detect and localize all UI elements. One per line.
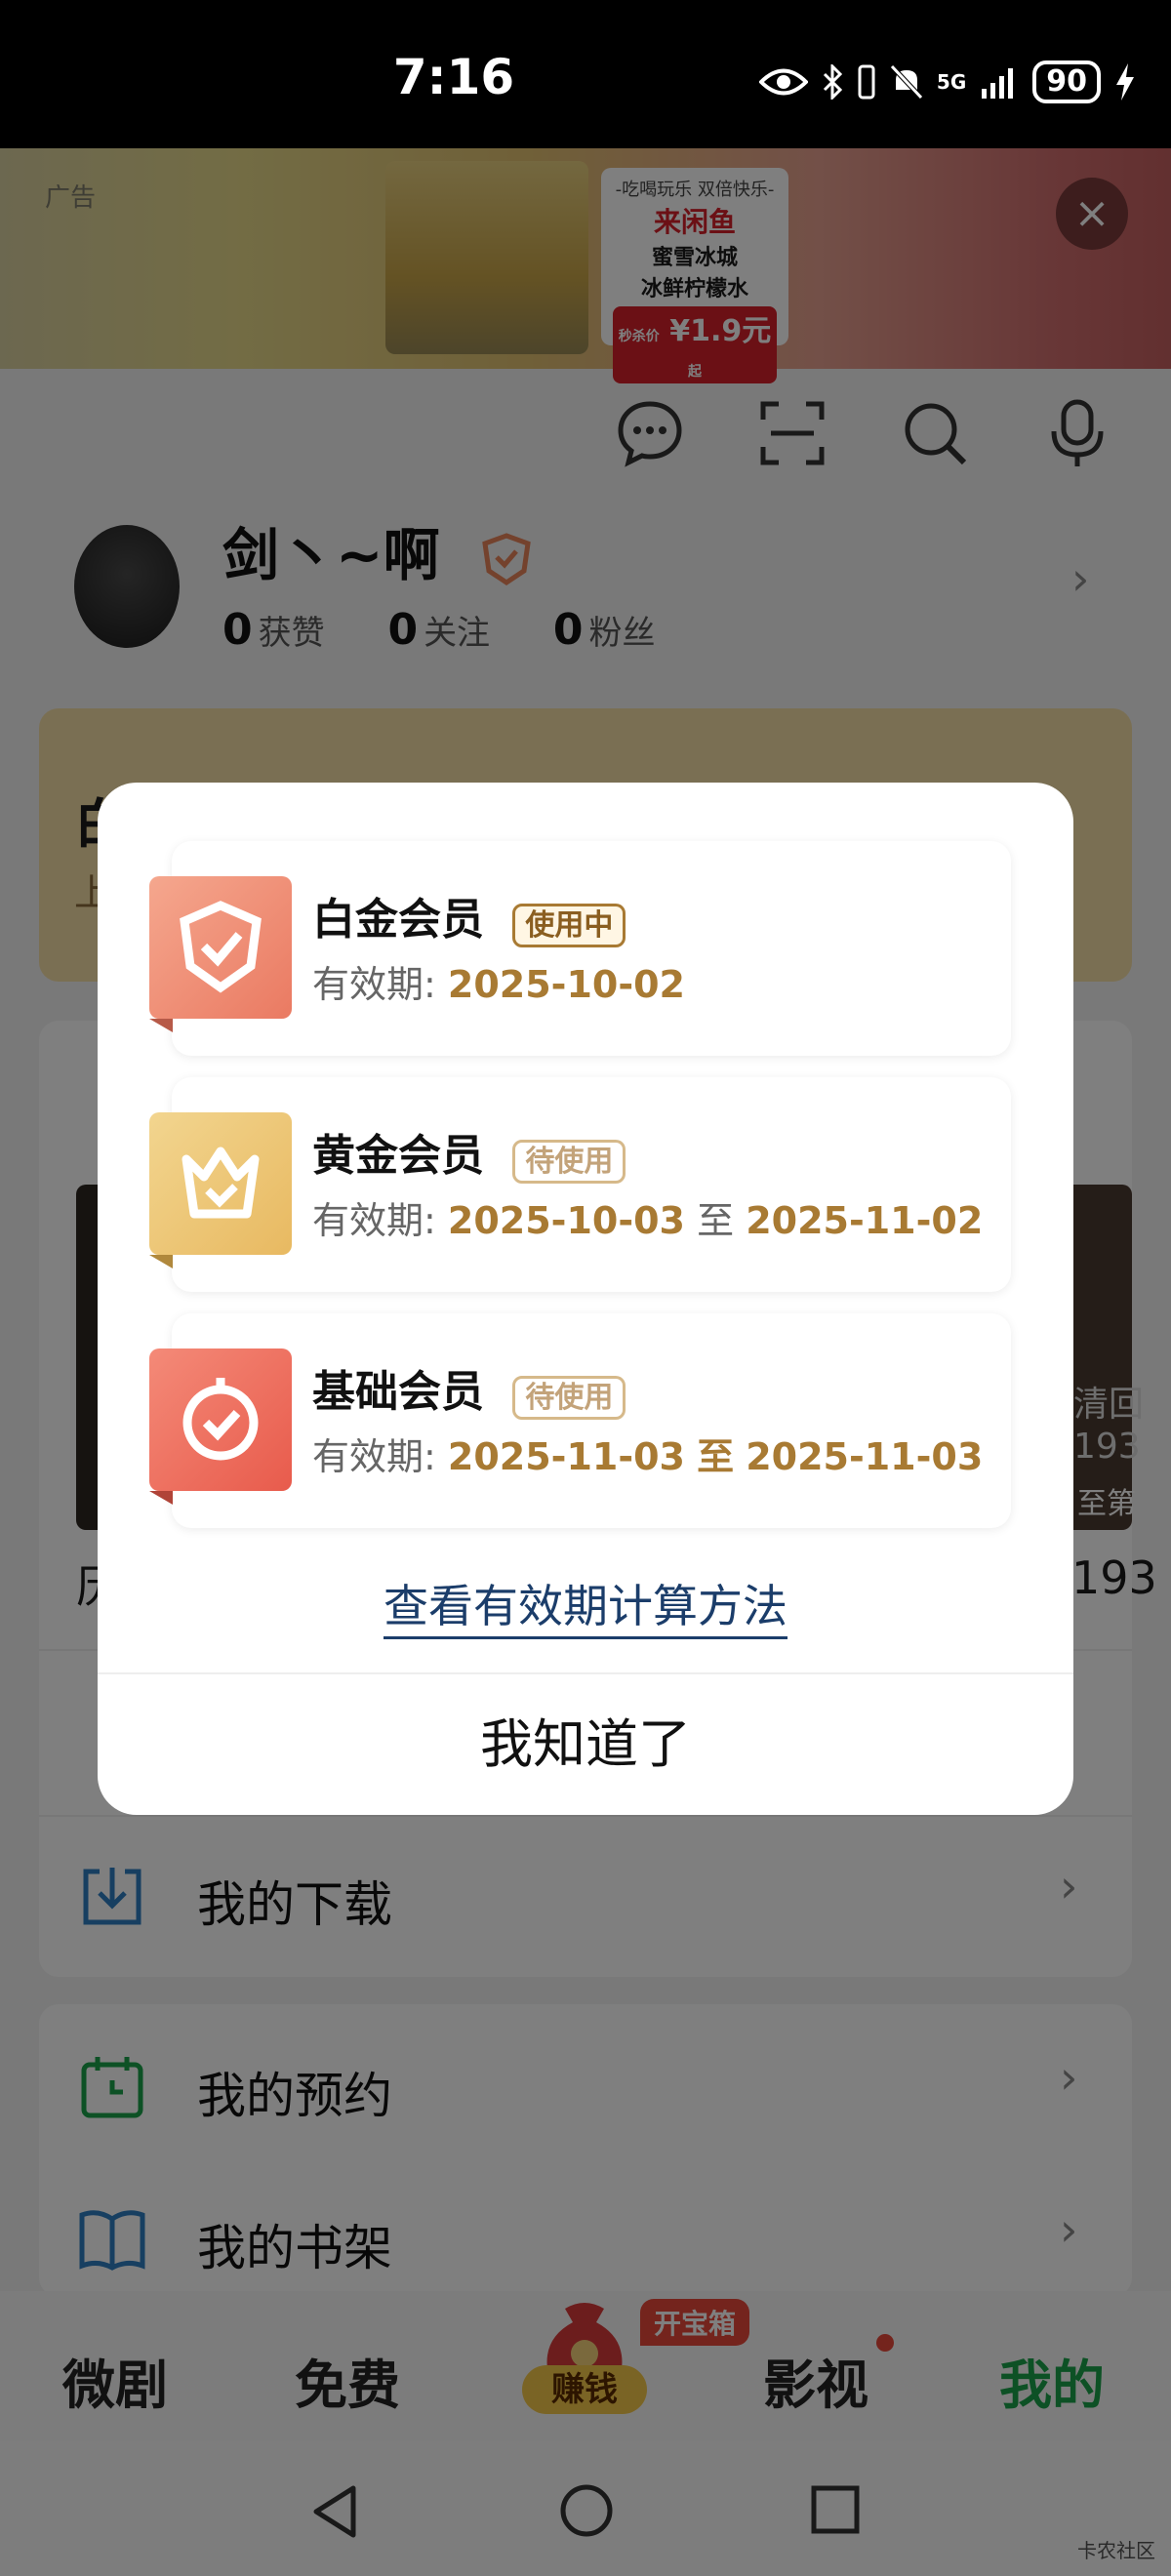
eye-icon	[758, 68, 808, 96]
membership-item-platinum	[172, 841, 1011, 1056]
membership-name: 白金会员 使用中	[312, 884, 626, 947]
signal-icon	[982, 68, 1014, 99]
gold-badge	[149, 1112, 292, 1255]
mute-icon	[890, 64, 923, 100]
basic-badge	[149, 1348, 292, 1491]
status-badge: 待使用	[512, 1140, 626, 1184]
platinum-badge	[149, 876, 292, 1019]
status-badge: 使用中	[512, 904, 626, 947]
validity-label: 有效期:	[312, 1199, 436, 1242]
check-badge-icon	[182, 1378, 259, 1461]
charging-icon	[1116, 63, 1134, 101]
badge-fold	[149, 1019, 173, 1032]
validity-start: 2025-10-02	[447, 963, 685, 1006]
bluetooth-icon	[823, 64, 843, 100]
validity-separator: 至	[697, 1435, 735, 1478]
membership-name-text: 黄金会员	[312, 1131, 484, 1181]
membership-validity: 有效期: 2025-10-03 至 2025-11-02	[312, 1190, 983, 1244]
membership-item-basic	[172, 1313, 1011, 1528]
membership-item-gold	[172, 1077, 1011, 1292]
validity-label: 有效期:	[312, 1435, 436, 1478]
shield-check-icon	[180, 901, 262, 993]
membership-validity: 有效期: 2025-10-02	[312, 954, 685, 1008]
validity-separator: 至	[697, 1199, 735, 1242]
membership-name: 黄金会员 待使用	[312, 1120, 626, 1184]
validity-end: 2025-11-03	[746, 1435, 984, 1478]
validity-end: 2025-11-02	[746, 1199, 984, 1242]
crown-icon	[182, 1147, 260, 1219]
badge-fold	[149, 1255, 173, 1268]
status-bar: 7:16 5G 90	[0, 0, 1171, 148]
membership-validity: 有效期: 2025-11-03 至 2025-11-03	[312, 1427, 983, 1480]
status-icons: 5G 90	[758, 60, 1136, 103]
validity-start: 2025-11-03	[447, 1435, 685, 1478]
validity-label: 有效期:	[312, 963, 436, 1006]
got-it-button[interactable]: 我知道了	[98, 1674, 1073, 1815]
membership-name: 基础会员 待使用	[312, 1356, 626, 1420]
battery-icon: 90	[1032, 60, 1101, 103]
membership-name-text: 白金会员	[312, 895, 484, 945]
network-type: 5G	[936, 70, 967, 94]
status-badge: 待使用	[512, 1376, 626, 1420]
validity-rules-link-row: 查看有效期计算方法	[98, 1571, 1073, 1639]
validity-rules-link[interactable]: 查看有效期计算方法	[384, 1580, 787, 1639]
validity-start: 2025-10-03	[447, 1199, 685, 1242]
vibrate-icon	[858, 64, 875, 100]
membership-name-text: 基础会员	[312, 1367, 484, 1417]
badge-fold	[149, 1491, 173, 1505]
